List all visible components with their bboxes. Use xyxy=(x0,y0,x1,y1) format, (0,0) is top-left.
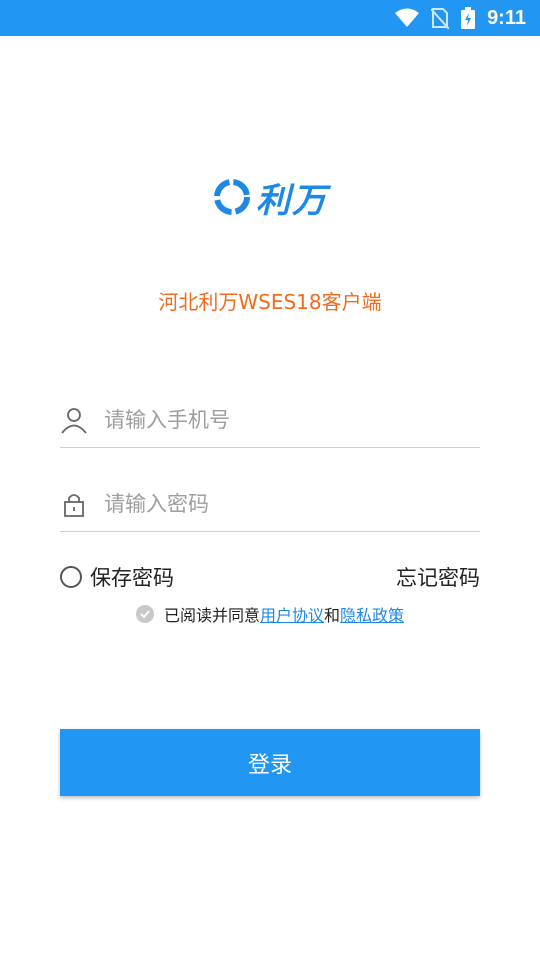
privacy-policy-link[interactable]: 隐私政策 xyxy=(340,602,404,626)
save-password-label: 保存密码 xyxy=(90,566,174,590)
app-logo: 利万 xyxy=(0,172,540,222)
login-options: 保存密码 忘记密码 xyxy=(60,560,480,594)
logo-text: 利万 xyxy=(256,180,328,221)
status-time: 9:11 xyxy=(487,6,526,29)
password-field[interactable] xyxy=(60,476,480,532)
password-input[interactable] xyxy=(104,491,480,516)
battery-charging-icon xyxy=(461,7,476,29)
status-bar: 9:11 xyxy=(0,0,540,36)
user-icon xyxy=(61,407,87,434)
phone-field[interactable] xyxy=(60,392,480,448)
app-subtitle: 河北利万WSES18客户端 xyxy=(158,290,382,314)
agreement-row: 已阅读并同意 用户协议 和 隐私政策 xyxy=(0,602,540,626)
no-sim-icon xyxy=(431,7,450,29)
forgot-password-link[interactable]: 忘记密码 xyxy=(396,562,480,592)
agreement-and: 和 xyxy=(324,606,341,625)
save-password-toggle[interactable]: 保存密码 xyxy=(60,562,174,592)
radio-icon[interactable] xyxy=(60,566,82,588)
wifi-icon xyxy=(395,8,420,28)
phone-input[interactable] xyxy=(104,407,480,432)
agreement-prefix: 已阅读并同意 xyxy=(163,606,260,625)
user-agreement-link[interactable]: 用户协议 xyxy=(260,602,324,626)
login-button[interactable]: 登录 xyxy=(60,729,480,796)
check-circle-icon[interactable] xyxy=(135,605,154,623)
lock-icon xyxy=(64,493,84,517)
logo-mark-icon xyxy=(214,179,250,215)
